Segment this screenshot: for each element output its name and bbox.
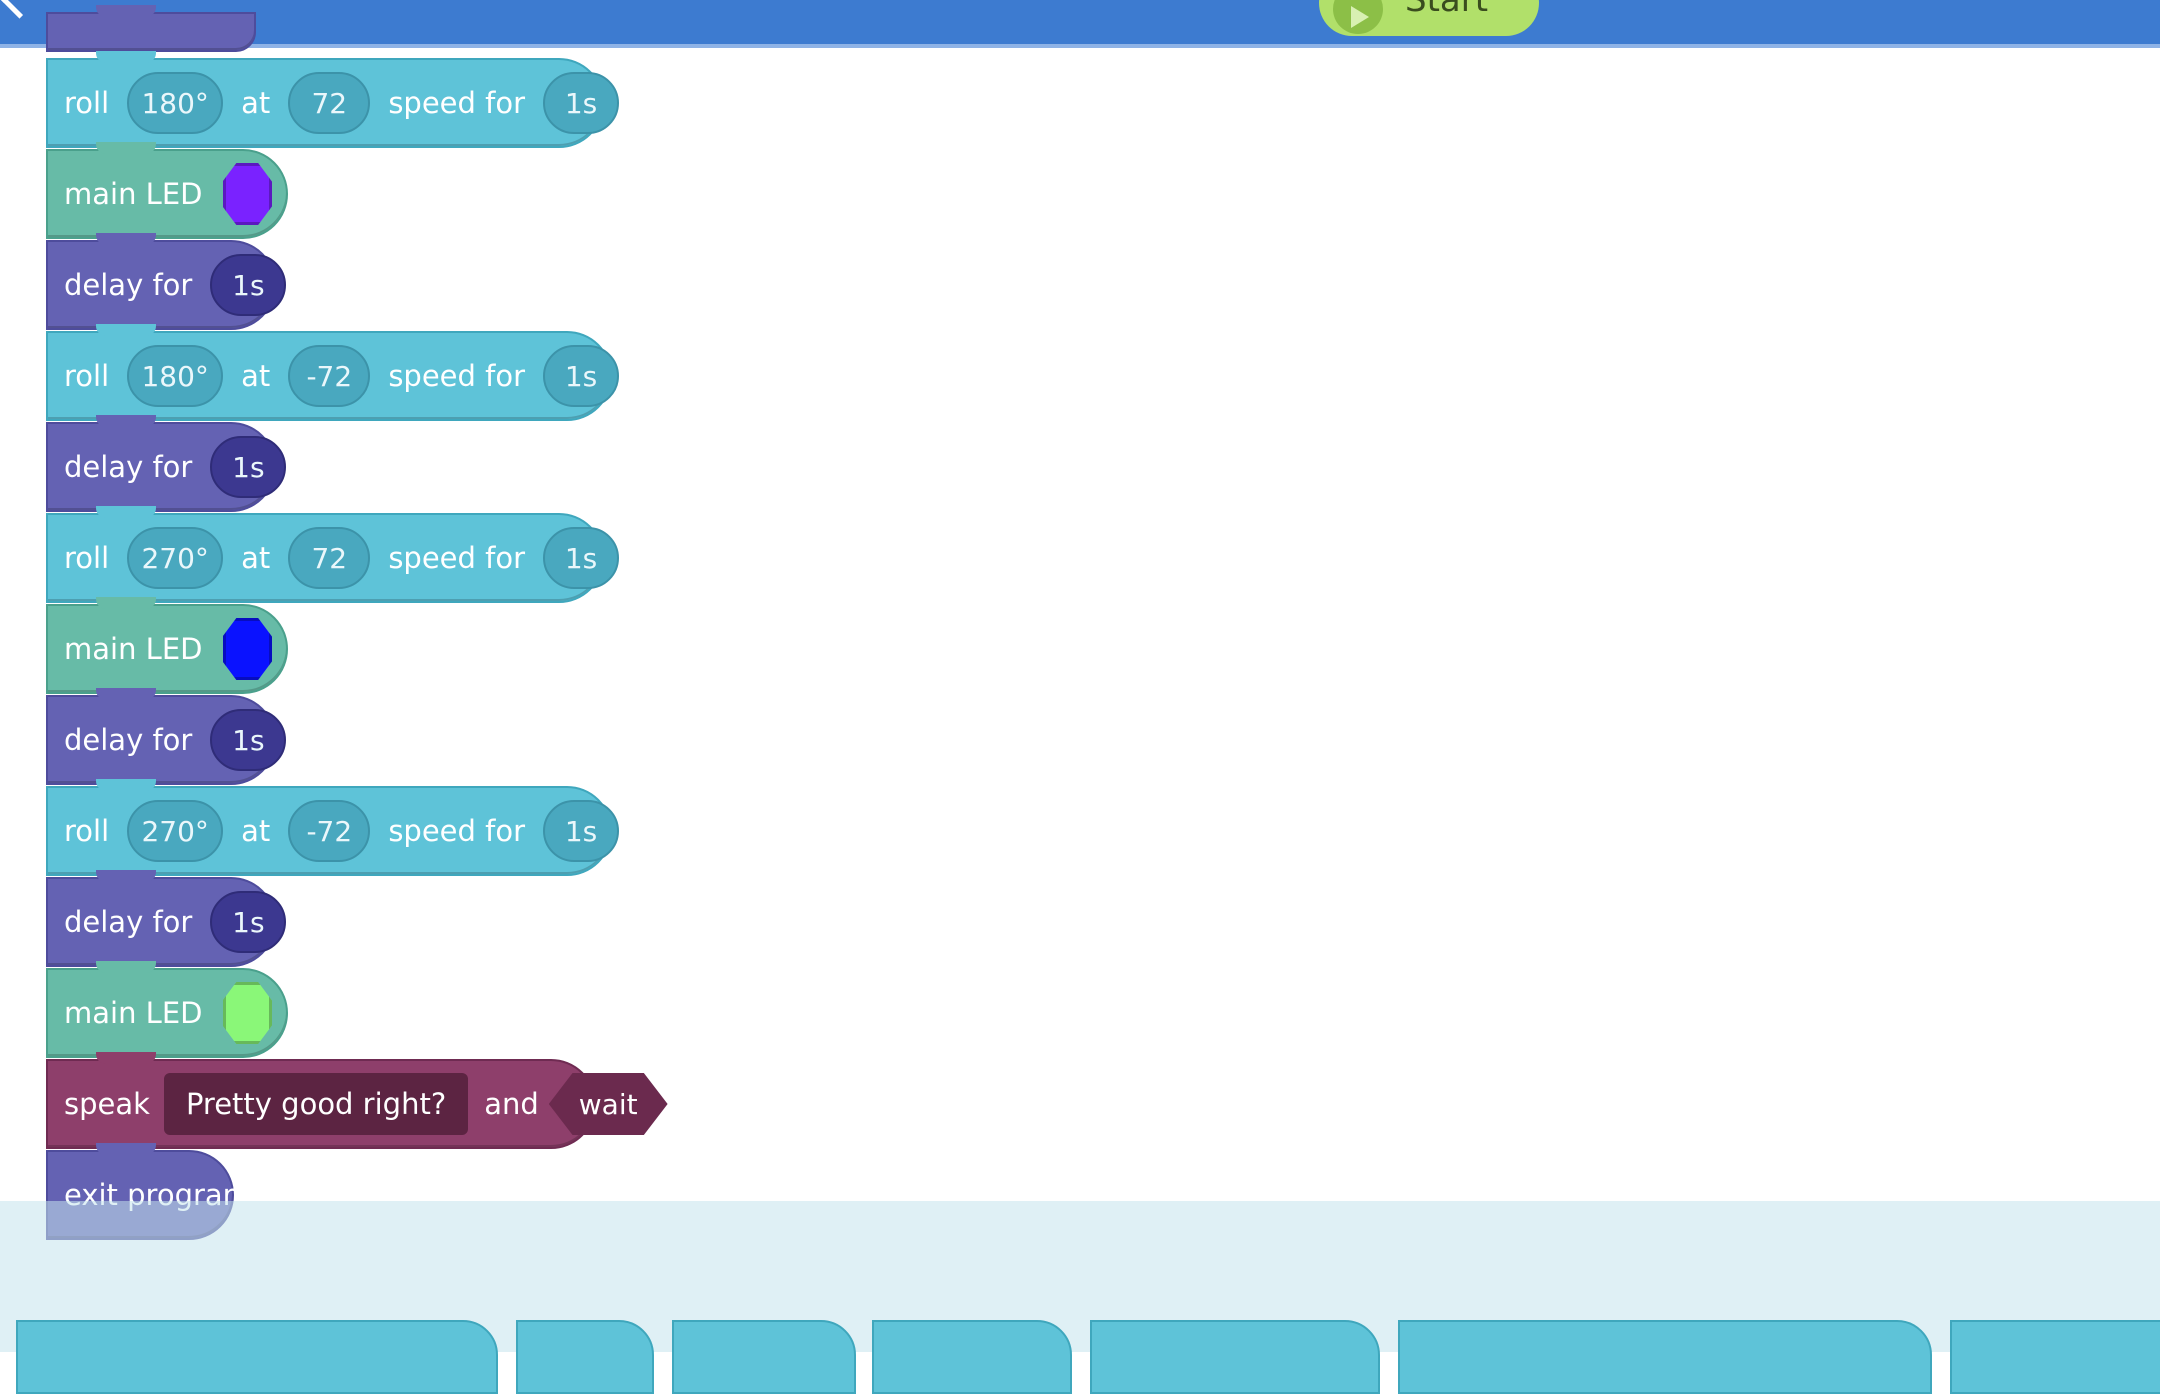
palette-block[interactable] xyxy=(672,1320,856,1394)
start-label: Start xyxy=(1405,0,1489,20)
delay-keyword: delay for xyxy=(64,905,193,939)
delay-input[interactable]: 1s xyxy=(210,891,287,953)
top-bar: Start xyxy=(0,0,2160,48)
delay-input[interactable]: 1s xyxy=(210,709,287,771)
roll-keyword: roll xyxy=(64,814,110,848)
speed-input[interactable]: -72 xyxy=(288,800,371,862)
roll-block[interactable]: roll 270° at 72 speed for 1s xyxy=(46,506,620,603)
palette-block[interactable] xyxy=(1950,1320,2160,1394)
led-color-swatch[interactable] xyxy=(222,982,272,1044)
delay-keyword: delay for xyxy=(64,723,193,757)
play-icon xyxy=(1333,0,1383,34)
delay-block[interactable]: delay for 1s xyxy=(46,415,287,512)
program-canvas[interactable]: roll 180° at 72 speed for 1s main LED de… xyxy=(0,5,2160,1352)
speed-for-label: speed for xyxy=(388,541,526,575)
delay-block[interactable]: delay for 1s xyxy=(46,688,287,785)
heading-input[interactable]: 180° xyxy=(127,72,224,134)
duration-input[interactable]: 1s xyxy=(543,527,620,589)
palette-block[interactable] xyxy=(16,1320,498,1394)
speed-for-label: speed for xyxy=(388,359,526,393)
palette-block[interactable] xyxy=(872,1320,1072,1394)
cutoff-block xyxy=(46,5,256,52)
and-label: and xyxy=(484,1087,539,1121)
delay-input[interactable]: 1s xyxy=(210,436,287,498)
speed-input[interactable]: -72 xyxy=(288,345,371,407)
speed-for-label: speed for xyxy=(388,86,526,120)
palette-block[interactable] xyxy=(516,1320,654,1394)
heading-input[interactable]: 270° xyxy=(127,800,224,862)
main-led-block[interactable]: main LED xyxy=(46,142,288,239)
main-led-keyword: main LED xyxy=(64,632,203,666)
wait-mode-dropdown[interactable]: wait xyxy=(548,1073,668,1135)
main-led-keyword: main LED xyxy=(64,996,203,1030)
delay-input[interactable]: 1s xyxy=(210,254,287,316)
main-led-block[interactable]: main LED xyxy=(46,961,288,1058)
speak-text-input[interactable]: Pretty good right? xyxy=(163,1073,469,1135)
duration-input[interactable]: 1s xyxy=(543,345,620,407)
speak-keyword: speak xyxy=(64,1087,150,1121)
delay-block[interactable]: delay for 1s xyxy=(46,233,287,330)
led-color-swatch[interactable] xyxy=(222,618,272,680)
palette-block[interactable] xyxy=(1398,1320,1932,1394)
speak-block[interactable]: speak Pretty good right? and wait xyxy=(46,1052,668,1149)
roll-keyword: roll xyxy=(64,541,110,575)
main-led-keyword: main LED xyxy=(64,177,203,211)
main-led-block[interactable]: main LED xyxy=(46,597,288,694)
led-color-swatch[interactable] xyxy=(222,163,272,225)
at-label: at xyxy=(241,814,271,848)
palette-block[interactable] xyxy=(1090,1320,1380,1394)
roll-block[interactable]: roll 180° at 72 speed for 1s xyxy=(46,51,620,148)
speed-for-label: speed for xyxy=(388,814,526,848)
at-label: at xyxy=(241,359,271,393)
delay-keyword: delay for xyxy=(64,450,193,484)
delay-block[interactable]: delay for 1s xyxy=(46,870,287,967)
delay-keyword: delay for xyxy=(64,268,193,302)
roll-keyword: roll xyxy=(64,359,110,393)
roll-block[interactable]: roll 180° at -72 speed for 1s xyxy=(46,324,620,421)
speed-input[interactable]: 72 xyxy=(288,72,371,134)
heading-input[interactable]: 180° xyxy=(127,345,224,407)
roll-block[interactable]: roll 270° at -72 speed for 1s xyxy=(46,779,620,876)
start-button[interactable]: Start xyxy=(1319,0,1539,36)
at-label: at xyxy=(241,541,271,575)
roll-keyword: roll xyxy=(64,86,110,120)
speed-input[interactable]: 72 xyxy=(288,527,371,589)
duration-input[interactable]: 1s xyxy=(543,800,620,862)
back-chevron-icon[interactable] xyxy=(0,0,39,19)
duration-input[interactable]: 1s xyxy=(543,72,620,134)
heading-input[interactable]: 270° xyxy=(127,527,224,589)
at-label: at xyxy=(241,86,271,120)
